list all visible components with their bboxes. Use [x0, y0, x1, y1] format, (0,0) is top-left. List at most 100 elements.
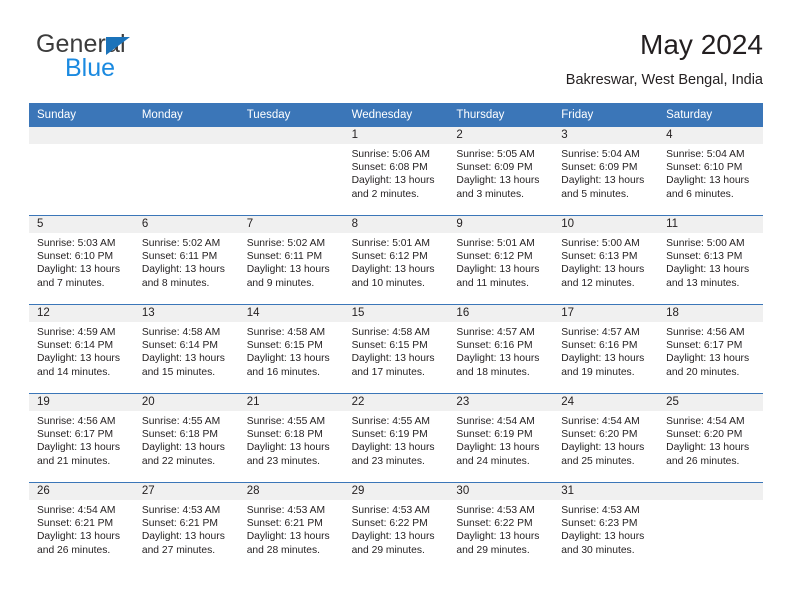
day-number: 14: [238, 305, 344, 322]
day-cell[interactable]: 28 Sunrise: 4:53 AM Sunset: 6:21 PM Dayl…: [238, 483, 344, 571]
week-row: 1 Sunrise: 5:06 AM Sunset: 6:08 PM Dayli…: [29, 127, 763, 215]
day-number: 28: [238, 483, 344, 500]
day-cell[interactable]: 25 Sunrise: 4:54 AM Sunset: 6:20 PM Dayl…: [658, 394, 763, 482]
day-cell[interactable]: 9 Sunrise: 5:01 AM Sunset: 6:12 PM Dayli…: [448, 216, 554, 304]
day-cell[interactable]: 26 Sunrise: 4:54 AM Sunset: 6:21 PM Dayl…: [29, 483, 134, 571]
day-cell[interactable]: 7 Sunrise: 5:02 AM Sunset: 6:11 PM Dayli…: [238, 216, 344, 304]
day-details: Sunrise: 5:02 AM Sunset: 6:11 PM Dayligh…: [239, 233, 344, 290]
day-cell[interactable]: 2 Sunrise: 5:05 AM Sunset: 6:09 PM Dayli…: [448, 127, 554, 215]
daylight-text-line2: and 3 minutes.: [456, 188, 524, 200]
day-details: Sunrise: 4:53 AM Sunset: 6:22 PM Dayligh…: [448, 500, 553, 557]
day-number: 19: [29, 394, 134, 411]
sunset-text: Sunset: 6:18 PM: [246, 429, 323, 441]
day-number: 25: [658, 394, 763, 411]
day-cell[interactable]: 31 Sunrise: 4:53 AM Sunset: 6:23 PM Dayl…: [553, 483, 659, 571]
day-number: [133, 127, 239, 144]
sunrise-text: Sunrise: 5:04 AM: [561, 149, 640, 160]
daylight-text-line2: and 26 minutes.: [37, 544, 111, 556]
daylight-text-line2: and 2 minutes.: [351, 188, 420, 200]
day-cell[interactable]: 6 Sunrise: 5:02 AM Sunset: 6:11 PM Dayli…: [133, 216, 239, 304]
sunset-text: Sunset: 6:16 PM: [456, 340, 533, 352]
daylight-text-line1: Daylight: 13 hours: [141, 353, 225, 365]
day-cell[interactable]: 10 Sunrise: 5:00 AM Sunset: 6:13 PM Dayl…: [553, 216, 659, 304]
sunset-text: Sunset: 6:11 PM: [246, 251, 323, 263]
sunrise-text: Sunrise: 5:04 AM: [666, 149, 745, 160]
weekday-sunday: Sunday: [37, 109, 77, 121]
day-cell[interactable]: [29, 127, 134, 215]
daylight-text-line1: Daylight: 13 hours: [456, 175, 540, 187]
day-cell[interactable]: 22 Sunrise: 4:55 AM Sunset: 6:19 PM Dayl…: [343, 394, 449, 482]
day-cell[interactable]: 8 Sunrise: 5:01 AM Sunset: 6:12 PM Dayli…: [343, 216, 449, 304]
day-details: Sunrise: 5:03 AM Sunset: 6:10 PM Dayligh…: [29, 233, 134, 290]
day-number: 7: [238, 216, 344, 233]
day-number: 8: [343, 216, 449, 233]
day-cell[interactable]: 24 Sunrise: 4:54 AM Sunset: 6:20 PM Dayl…: [553, 394, 659, 482]
sunset-text: Sunset: 6:16 PM: [561, 340, 638, 352]
day-number: [29, 127, 134, 144]
logo-text-blue: Blue: [65, 54, 116, 82]
day-cell[interactable]: [658, 483, 763, 571]
daylight-text-line1: Daylight: 13 hours: [351, 531, 435, 543]
sunrise-text: Sunrise: 5:06 AM: [351, 149, 430, 160]
daylight-text-line1: Daylight: 13 hours: [456, 264, 540, 276]
day-details: Sunrise: 4:53 AM Sunset: 6:21 PM Dayligh…: [239, 500, 344, 557]
daylight-text-line1: Daylight: 13 hours: [351, 264, 435, 276]
sunrise-text: Sunrise: 4:54 AM: [37, 505, 116, 516]
day-cell[interactable]: 19 Sunrise: 4:56 AM Sunset: 6:17 PM Dayl…: [29, 394, 134, 482]
day-cell[interactable]: [133, 127, 239, 215]
day-number: 1: [343, 127, 449, 144]
generalblue-logo[interactable]: General Blue: [29, 28, 259, 90]
weekday-friday: Friday: [561, 109, 594, 121]
day-cell[interactable]: 11 Sunrise: 5:00 AM Sunset: 6:13 PM Dayl…: [658, 216, 763, 304]
day-cell[interactable]: 5 Sunrise: 5:03 AM Sunset: 6:10 PM Dayli…: [29, 216, 134, 304]
day-cell[interactable]: 14 Sunrise: 4:58 AM Sunset: 6:15 PM Dayl…: [238, 305, 344, 393]
weekday-thursday: Thursday: [456, 109, 505, 121]
day-cell[interactable]: 12 Sunrise: 4:59 AM Sunset: 6:14 PM Dayl…: [29, 305, 134, 393]
daylight-text-line2: and 14 minutes.: [37, 366, 111, 378]
day-number: 16: [448, 305, 554, 322]
daylight-text-line2: and 21 minutes.: [37, 455, 111, 467]
day-cell[interactable]: 15 Sunrise: 4:58 AM Sunset: 6:15 PM Dayl…: [343, 305, 449, 393]
page-title: May 2024: [640, 29, 763, 60]
day-cell[interactable]: 30 Sunrise: 4:53 AM Sunset: 6:22 PM Dayl…: [448, 483, 554, 571]
day-number: 13: [133, 305, 239, 322]
sunrise-text: Sunrise: 4:53 AM: [141, 505, 221, 516]
day-cell[interactable]: 27 Sunrise: 4:53 AM Sunset: 6:21 PM Dayl…: [133, 483, 239, 571]
daylight-text-line1: Daylight: 13 hours: [456, 442, 540, 454]
day-cell[interactable]: 16 Sunrise: 4:57 AM Sunset: 6:16 PM Dayl…: [448, 305, 554, 393]
day-details: Sunrise: 4:56 AM Sunset: 6:17 PM Dayligh…: [658, 322, 763, 379]
day-cell[interactable]: 1 Sunrise: 5:06 AM Sunset: 6:08 PM Dayli…: [343, 127, 449, 215]
day-number: 6: [133, 216, 239, 233]
day-details: [134, 144, 239, 148]
day-number: 31: [553, 483, 659, 500]
day-cell[interactable]: 20 Sunrise: 4:55 AM Sunset: 6:18 PM Dayl…: [133, 394, 239, 482]
day-number: 10: [553, 216, 659, 233]
day-number: 17: [553, 305, 659, 322]
day-cell[interactable]: 3 Sunrise: 5:04 AM Sunset: 6:09 PM Dayli…: [553, 127, 659, 215]
day-number: 21: [238, 394, 344, 411]
sunrise-text: Sunrise: 4:56 AM: [37, 416, 116, 427]
day-details: Sunrise: 5:02 AM Sunset: 6:11 PM Dayligh…: [134, 233, 239, 290]
daylight-text-line1: Daylight: 13 hours: [666, 175, 750, 187]
sunrise-text: Sunrise: 4:58 AM: [141, 327, 221, 338]
day-cell[interactable]: 13 Sunrise: 4:58 AM Sunset: 6:14 PM Dayl…: [133, 305, 239, 393]
day-cell[interactable]: 21 Sunrise: 4:55 AM Sunset: 6:18 PM Dayl…: [238, 394, 344, 482]
day-cell[interactable]: 4 Sunrise: 5:04 AM Sunset: 6:10 PM Dayli…: [658, 127, 763, 215]
day-cell[interactable]: 17 Sunrise: 4:57 AM Sunset: 6:16 PM Dayl…: [553, 305, 659, 393]
day-details: Sunrise: 5:01 AM Sunset: 6:12 PM Dayligh…: [344, 233, 449, 290]
sunrise-text: Sunrise: 4:53 AM: [246, 505, 326, 516]
week-row: 12 Sunrise: 4:59 AM Sunset: 6:14 PM Dayl…: [29, 304, 763, 393]
daylight-text-line2: and 29 minutes.: [456, 544, 530, 556]
day-cell[interactable]: 23 Sunrise: 4:54 AM Sunset: 6:19 PM Dayl…: [448, 394, 554, 482]
weekday-wednesday: Wednesday: [351, 109, 413, 121]
daylight-text-line1: Daylight: 13 hours: [246, 353, 330, 365]
day-cell[interactable]: [238, 127, 344, 215]
sunset-text: Sunset: 6:10 PM: [37, 251, 114, 263]
day-cell[interactable]: 29 Sunrise: 4:53 AM Sunset: 6:22 PM Dayl…: [343, 483, 449, 571]
daylight-text-line1: Daylight: 13 hours: [561, 442, 645, 454]
sunrise-text: Sunrise: 5:00 AM: [666, 238, 745, 249]
sunset-text: Sunset: 6:15 PM: [246, 340, 323, 352]
day-cell[interactable]: 18 Sunrise: 4:56 AM Sunset: 6:17 PM Dayl…: [658, 305, 763, 393]
sunset-text: Sunset: 6:21 PM: [246, 518, 323, 530]
daylight-text-line1: Daylight: 13 hours: [456, 531, 540, 543]
